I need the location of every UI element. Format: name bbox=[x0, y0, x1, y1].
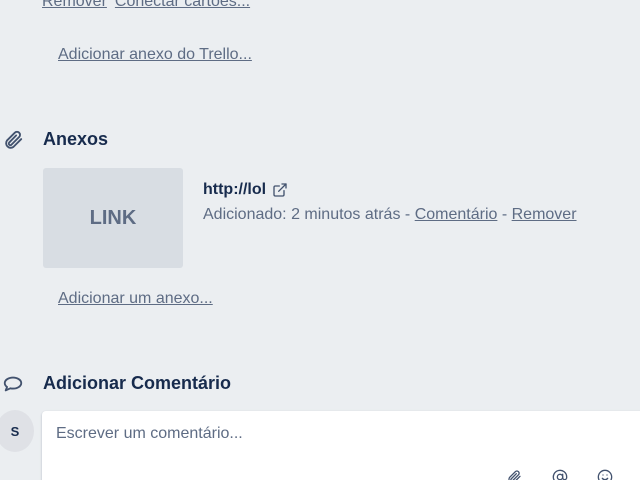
attachment-name-row[interactable]: http://lol bbox=[203, 181, 288, 199]
top-links-row: Remover Conectar cartões... bbox=[42, 0, 250, 11]
add-comment-title: Adicionar Comentário bbox=[43, 373, 232, 393]
emoji-icon[interactable] bbox=[595, 467, 615, 480]
paperclip-icon[interactable] bbox=[504, 467, 524, 480]
attachment-meta: Adicionado: 2 minutos atrás - Comentário… bbox=[203, 206, 577, 224]
remove-link[interactable]: Remover bbox=[42, 0, 107, 11]
attachment-added-text: Adicionado: 2 minutos atrás bbox=[203, 206, 401, 223]
add-attachment-link[interactable]: Adicionar um anexo... bbox=[58, 290, 213, 308]
paperclip-icon bbox=[1, 128, 25, 152]
attachment-name[interactable]: http://lol bbox=[203, 181, 266, 199]
attachment-thumbnail[interactable]: LINK bbox=[43, 168, 183, 268]
at-icon[interactable] bbox=[550, 467, 570, 480]
comment-icon bbox=[1, 372, 25, 396]
separator: - bbox=[501, 206, 508, 223]
add-trello-attachment-link[interactable]: Adicionar anexo do Trello... bbox=[58, 46, 252, 64]
attachment-comment-link[interactable]: Comentário bbox=[415, 206, 498, 223]
external-link-icon[interactable] bbox=[272, 182, 288, 198]
attachments-title: Anexos bbox=[43, 129, 109, 149]
comment-input[interactable] bbox=[56, 425, 616, 443]
comment-box[interactable] bbox=[42, 411, 640, 480]
attachment-remove-link[interactable]: Remover bbox=[512, 206, 577, 223]
separator: - bbox=[404, 206, 411, 223]
avatar[interactable]: S bbox=[0, 410, 34, 452]
connect-cards-link[interactable]: Conectar cartões... bbox=[115, 0, 250, 11]
